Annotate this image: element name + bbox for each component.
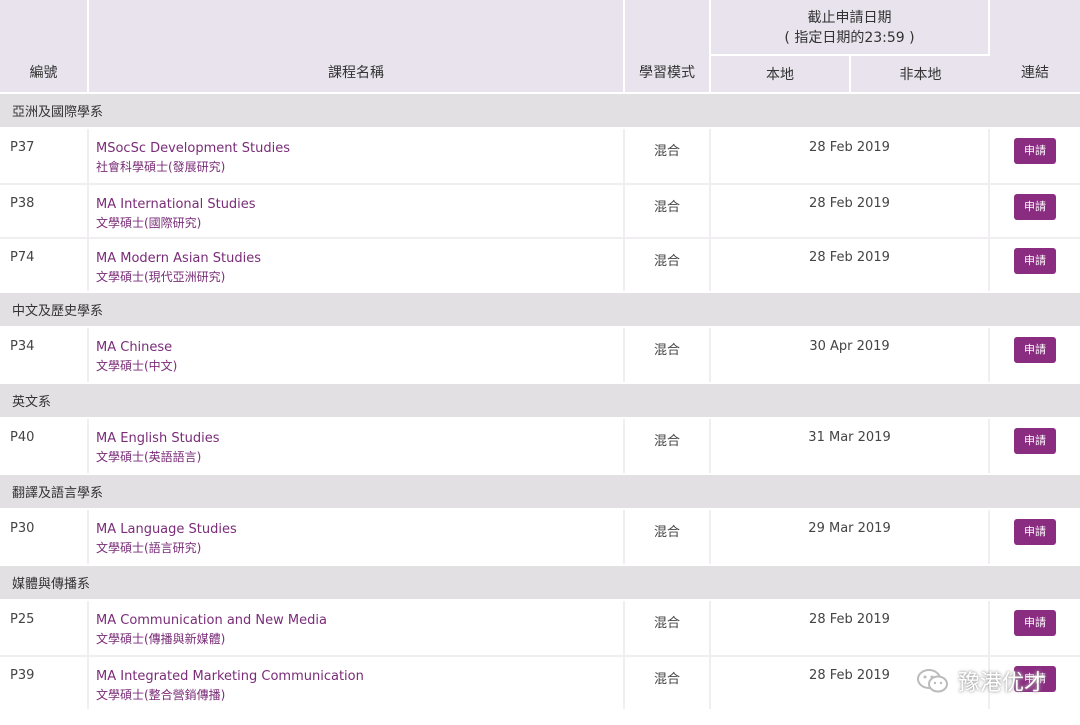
programme-name-en-link[interactable]: MA Language Studies [96, 521, 623, 539]
programme-table: 編號 課程名稱 學習模式 截止申請日期 ( 指定日期的23:59 ) 連結 本地… [0, 0, 1080, 709]
application-deadline: 28 Feb 2019 [711, 183, 991, 237]
programme-code: P74 [0, 237, 89, 291]
table-row: P37 MSocSc Development Studies 社會科學碩士(發展研究… [0, 129, 1080, 183]
table-row: P34 MA Chinese 文學碩士(中文) 混合 30 Apr 2019 申請 [0, 328, 1080, 382]
programme-code: P39 [0, 655, 89, 709]
study-mode: 混合 [625, 183, 711, 237]
programme-code: P30 [0, 510, 89, 564]
apply-button[interactable]: 申請 [1014, 610, 1057, 636]
study-mode: 混合 [625, 601, 711, 655]
programme-name-zh-link[interactable]: 文學碩士(英語語言) [96, 448, 623, 466]
header-code: 編號 [0, 0, 89, 92]
department-row: 亞洲及國際學系 [0, 92, 1080, 129]
programme-code: P37 [0, 129, 89, 183]
programme-name-zh-link[interactable]: 文學碩士(傳播與新媒體) [96, 630, 623, 648]
programme-name-en-link[interactable]: MA Modern Asian Studies [96, 250, 623, 268]
programme-name-zh-link[interactable]: 文學碩士(現代亞洲研究) [96, 268, 623, 286]
apply-button[interactable]: 申請 [1014, 428, 1057, 454]
department-row: 英文系 [0, 382, 1080, 419]
application-deadline: 28 Feb 2019 [711, 129, 991, 183]
header-deadline-title: 截止申請日期 [807, 10, 892, 26]
programme-name: MA Chinese 文學碩士(中文) [89, 328, 625, 382]
programme-name: MA Language Studies 文學碩士(語言研究) [89, 510, 625, 564]
department-row: 翻譯及語言學系 [0, 473, 1080, 510]
programme-name-zh-link[interactable]: 文學碩士(語言研究) [96, 539, 623, 557]
programme-name: MA Communication and New Media 文學碩士(傳播與新媒… [89, 601, 625, 655]
watermark-text: 豫港优才 [957, 671, 1046, 696]
programme-name-en-link[interactable]: MA English Studies [96, 430, 623, 448]
programme-name-zh-link[interactable]: 文學碩士(整合營銷傳播) [96, 686, 623, 704]
table-row: P74 MA Modern Asian Studies 文學碩士(現代亞洲研究) 混合… [0, 237, 1080, 291]
programme-code: P40 [0, 419, 89, 473]
table-row: P25 MA Communication and New Media 文學碩士(傳播… [0, 601, 1080, 655]
link-cell: 申請 [990, 510, 1080, 564]
programme-name-zh-link[interactable]: 文學碩士(國際研究) [96, 214, 623, 232]
department-name: 媒體與傳播系 [0, 564, 1080, 601]
study-mode: 混合 [625, 328, 711, 382]
programme-code: P38 [0, 183, 89, 237]
header-local: 本地 [711, 56, 851, 92]
watermark: 豫港优才 [916, 665, 1046, 697]
header-study-mode: 學習模式 [625, 0, 711, 92]
apply-button[interactable]: 申請 [1014, 194, 1057, 220]
apply-button[interactable]: 申請 [1014, 248, 1057, 274]
header-link: 連結 [990, 0, 1080, 92]
department-name: 亞洲及國際學系 [0, 92, 1080, 129]
programme-code: P34 [0, 328, 89, 382]
study-mode: 混合 [625, 237, 711, 291]
programme-name-zh-link[interactable]: 社會科學碩士(發展研究) [96, 158, 623, 176]
link-cell: 申請 [990, 419, 1080, 473]
link-cell: 申請 [990, 601, 1080, 655]
programme-name: MA English Studies 文學碩士(英語語言) [89, 419, 625, 473]
study-mode: 混合 [625, 419, 711, 473]
department-name: 翻譯及語言學系 [0, 473, 1080, 510]
programme-name: MA International Studies 文學碩士(國際研究) [89, 183, 625, 237]
programme-name: MA Integrated Marketing Communication 文學碩… [89, 655, 625, 709]
table-header-row: 編號 課程名稱 學習模式 截止申請日期 ( 指定日期的23:59 ) 連結 [0, 0, 1080, 92]
apply-button[interactable]: 申請 [1014, 138, 1057, 164]
table-row: P30 MA Language Studies 文學碩士(語言研究) 混合 29 Mar… [0, 510, 1080, 564]
header-deadline-note: ( 指定日期的23:59 ) [784, 30, 915, 46]
study-mode: 混合 [625, 510, 711, 564]
link-cell: 申請 [990, 183, 1080, 237]
programme-name-en-link[interactable]: MA Communication and New Media [96, 612, 623, 630]
application-deadline: 28 Feb 2019 [711, 237, 991, 291]
application-deadline: 31 Mar 2019 [711, 419, 991, 473]
table-body: 亞洲及國際學系 P37 MSocSc Development Studies 社會科學… [0, 92, 1080, 709]
study-mode: 混合 [625, 655, 711, 709]
table-row: P40 MA English Studies 文學碩士(英語語言) 混合 31 Mar … [0, 419, 1080, 473]
department-row: 媒體與傳播系 [0, 564, 1080, 601]
programme-name: MSocSc Development Studies 社會科學碩士(發展研究) [89, 129, 625, 183]
programme-name-en-link[interactable]: MA International Studies [96, 196, 623, 214]
study-mode: 混合 [625, 129, 711, 183]
programme-name-en-link[interactable]: MSocSc Development Studies [96, 140, 623, 158]
application-deadline: 28 Feb 2019 [711, 601, 991, 655]
programme-name: MA Modern Asian Studies 文學碩士(現代亞洲研究) [89, 237, 625, 291]
header-deadline: 截止申請日期 ( 指定日期的23:59 ) [711, 0, 991, 56]
application-deadline: 30 Apr 2019 [711, 328, 991, 382]
application-deadline: 29 Mar 2019 [711, 510, 991, 564]
programme-code: P25 [0, 601, 89, 655]
programme-name-zh-link[interactable]: 文學碩士(中文) [96, 357, 623, 375]
link-cell: 申請 [990, 129, 1080, 183]
link-cell: 申請 [990, 237, 1080, 291]
department-name: 中文及歷史學系 [0, 291, 1080, 328]
apply-button[interactable]: 申請 [1014, 337, 1057, 363]
department-row: 中文及歷史學系 [0, 291, 1080, 328]
programme-name-en-link[interactable]: MA Chinese [96, 339, 623, 357]
department-name: 英文系 [0, 382, 1080, 419]
link-cell: 申請 [990, 328, 1080, 382]
header-programme-name: 課程名稱 [89, 0, 625, 92]
table-row: P38 MA International Studies 文學碩士(國際研究) 混合 2… [0, 183, 1080, 237]
header-nonlocal: 非本地 [851, 56, 991, 92]
programme-name-en-link[interactable]: MA Integrated Marketing Communication [96, 668, 623, 686]
apply-button[interactable]: 申請 [1014, 519, 1057, 545]
wechat-icon [916, 669, 948, 693]
